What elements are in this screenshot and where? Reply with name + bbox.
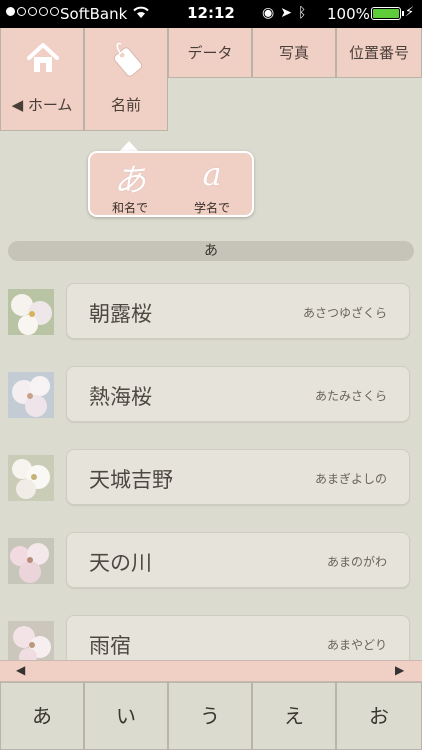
name-tab[interactable]: 名前: [84, 28, 168, 131]
bluetooth-icon: ᛒ: [297, 5, 313, 21]
japanese-name-option[interactable]: あ 和名で: [90, 153, 170, 215]
flower-thumbnail: [8, 455, 54, 501]
item-name: 天城吉野: [89, 468, 173, 492]
item-reading: あたみさくら: [314, 389, 387, 403]
flower-thumbnail: [8, 289, 54, 335]
scientific-name-option[interactable]: a 学名で: [172, 153, 252, 215]
item-name: 朝露桜: [89, 302, 152, 326]
house-icon: [25, 40, 61, 76]
index-tab-o[interactable]: お: [336, 682, 422, 750]
kana-index-tabs: あ い う え お: [0, 682, 422, 750]
list-item[interactable]: 朝露桜 あさつゆざくら: [0, 283, 422, 343]
index-tab-a[interactable]: あ: [0, 682, 84, 750]
tag-icon: [109, 40, 149, 80]
item-reading: あさつゆざくら: [302, 306, 387, 320]
hiragana-a-icon: あ: [113, 161, 146, 199]
item-name: 雨宿: [89, 634, 131, 658]
item-name: 熱海桜: [89, 385, 152, 409]
flower-thumbnail: [8, 372, 54, 418]
item-name: 天の川: [89, 551, 152, 575]
battery-percent: 100%: [327, 5, 370, 23]
status-bar: SoftBank 12:12 ◉➤ᛒ 100% ⚡: [0, 0, 422, 28]
charging-icon: ⚡: [405, 5, 415, 20]
data-tab[interactable]: データ: [168, 28, 252, 78]
home-button[interactable]: ◀ ホーム: [0, 28, 84, 131]
name-label: 名前: [110, 96, 141, 114]
orientation-lock-icon: ◉: [262, 5, 281, 21]
item-reading: あまのがわ: [326, 555, 387, 569]
item-reading: あまやどり: [326, 638, 387, 652]
list-item[interactable]: 熱海桜 あたみさくら: [0, 366, 422, 426]
list-item[interactable]: 天の川 あまのがわ: [0, 532, 422, 592]
section-header: あ: [8, 241, 414, 261]
list-item[interactable]: 天城吉野 あまぎよしの: [0, 449, 422, 509]
location-icon: ➤: [280, 5, 298, 21]
index-scroll-bar: ◀ ▶: [0, 660, 422, 682]
latin-a-icon: a: [202, 155, 222, 193]
photo-tab[interactable]: 写真: [252, 28, 336, 78]
index-tab-e[interactable]: え: [252, 682, 336, 750]
scientific-name-label: 学名で: [193, 201, 230, 215]
item-reading: あまぎよしの: [314, 472, 387, 486]
name-type-popup: あ 和名で a 学名で: [88, 151, 254, 217]
home-label: ◀ ホーム: [11, 96, 73, 114]
index-tab-i[interactable]: い: [84, 682, 168, 750]
top-navigation: ◀ ホーム 名前 データ 写真 位置番号: [0, 28, 422, 131]
battery-icon: [371, 7, 401, 20]
flower-thumbnail: [8, 538, 54, 584]
index-tab-u[interactable]: う: [168, 682, 252, 750]
position-number-tab[interactable]: 位置番号: [336, 28, 422, 78]
scroll-right-icon[interactable]: ▶: [395, 663, 404, 677]
scroll-left-icon[interactable]: ◀: [16, 663, 25, 677]
japanese-name-label: 和名で: [111, 201, 148, 215]
